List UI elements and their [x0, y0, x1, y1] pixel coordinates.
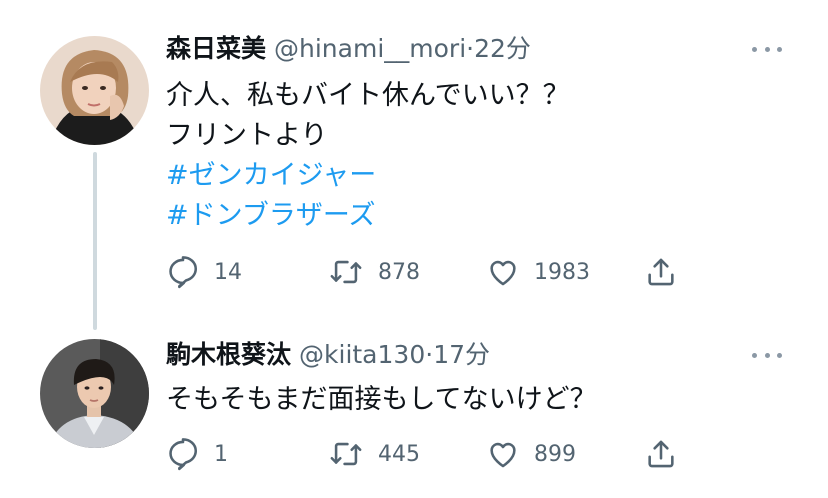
reply-button[interactable]: 1: [166, 434, 228, 474]
reply-icon: [169, 256, 198, 289]
separator-dot: ·: [425, 340, 434, 369]
retweet-icon: [330, 260, 362, 284]
share-icon: [648, 258, 674, 286]
share-button[interactable]: [644, 434, 678, 474]
retweet-count: 878: [378, 259, 420, 285]
like-icon: [490, 260, 516, 286]
reply-count: 14: [214, 259, 242, 285]
tweet-text: 介人、私もバイト休んでいい？？ フリントより #ゼンカイジャー #ドンブラザーズ: [166, 76, 570, 236]
tweet-header: 駒木根葵汰 @kiita130·17分: [166, 337, 490, 373]
display-name[interactable]: 森日菜美: [166, 34, 266, 63]
avatar-photo: [40, 339, 149, 448]
reply-button[interactable]: 14: [166, 252, 242, 292]
retweet-count: 445: [378, 441, 420, 467]
timestamp[interactable]: 17分: [433, 340, 490, 369]
hashtag-link[interactable]: #ドンブラザーズ: [166, 196, 570, 236]
like-button[interactable]: 1983: [486, 252, 590, 292]
tweet-header: 森日菜美 @hinami__mori·22分: [166, 31, 531, 67]
tweet-text: そもそもまだ面接もしてないけど？: [166, 380, 597, 420]
like-count: 1983: [534, 259, 590, 285]
tweet-1[interactable]: 森日菜美 @hinami__mori·22分 介人、私もバイト休んでいい？？ フリ…: [0, 0, 828, 320]
like-count: 899: [534, 441, 576, 467]
retweet-icon: [330, 442, 362, 466]
user-handle[interactable]: @kiita130: [299, 340, 425, 369]
retweet-button[interactable]: 878: [328, 252, 420, 292]
tweet-2[interactable]: 駒木根葵汰 @kiita130·17分 そもそもまだ面接もしてないけど？ 1 44…: [0, 320, 828, 498]
tweet-text-line: フリントより: [166, 120, 328, 151]
share-icon: [648, 440, 674, 468]
like-icon: [490, 442, 516, 468]
avatar[interactable]: [40, 339, 149, 448]
hashtag-link[interactable]: #ゼンカイジャー: [166, 156, 570, 196]
like-button[interactable]: 899: [486, 434, 576, 474]
more-icon[interactable]: [752, 36, 782, 62]
tweet-text-line: 介人、私もバイト休んでいい？？: [166, 80, 570, 111]
more-icon[interactable]: [752, 342, 782, 368]
share-button[interactable]: [644, 252, 678, 292]
reply-count: 1: [214, 441, 228, 467]
timestamp[interactable]: 22分: [474, 34, 531, 63]
separator-dot: ·: [466, 34, 475, 63]
avatar-photo: [40, 36, 149, 145]
retweet-button[interactable]: 445: [328, 434, 420, 474]
tweet-text-line: そもそもまだ面接もしてないけど？: [166, 384, 597, 415]
reply-icon: [169, 438, 198, 471]
avatar[interactable]: [40, 36, 149, 145]
display-name[interactable]: 駒木根葵汰: [166, 340, 291, 369]
user-handle[interactable]: @hinami__mori: [274, 34, 466, 63]
